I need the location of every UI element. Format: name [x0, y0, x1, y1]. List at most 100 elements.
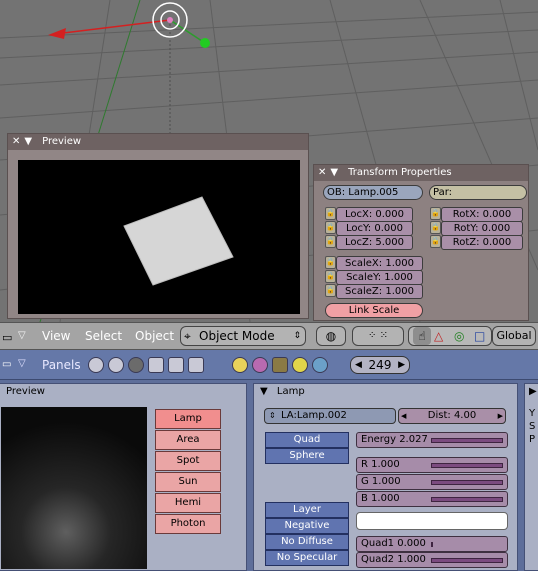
quad2-slider[interactable]: Quad2 1.000 — [356, 552, 508, 568]
no-diffuse-toggle[interactable]: No Diffuse — [265, 534, 349, 550]
arrow-right-icon[interactable]: ▶ — [498, 409, 503, 423]
transform-properties-panel: ✕ ▼ Transform Properties OB: Lamp.005 Pa… — [313, 164, 529, 321]
quad-toggle[interactable]: Quad — [265, 432, 349, 448]
close-icon[interactable]: ✕ — [318, 165, 326, 181]
collapse-triangle-icon[interactable]: ▽ — [18, 358, 26, 369]
menu-object[interactable]: Object — [135, 329, 174, 343]
pivot-dropdown[interactable]: ⁘ ⁙ — [352, 326, 404, 346]
rotate-icon[interactable]: ◎ — [454, 327, 464, 345]
layer-toggle[interactable]: Layer — [265, 502, 349, 518]
r-bar — [431, 463, 503, 468]
lamp-panel-header[interactable]: ▼ Lamp — [254, 384, 517, 400]
collapse-triangle-icon[interactable]: ▼ — [330, 165, 338, 181]
window-type-icon[interactable]: ▭ — [2, 359, 11, 370]
arrow-left-icon[interactable]: ◀ — [401, 409, 406, 423]
dist-field[interactable]: ◀ Dist: 4.00 ▶ — [398, 408, 506, 424]
scalex-field[interactable]: ScaleX: 1.000 — [336, 256, 423, 271]
rotx-field[interactable]: RotX: 0.000 — [441, 207, 523, 222]
quad1-value: Quad1 0.000 — [361, 538, 426, 549]
no-specular-toggle[interactable]: No Specular — [265, 550, 349, 566]
transform-header[interactable]: ✕ ▼ Transform Properties — [314, 165, 528, 181]
lock-icon[interactable]: 🔒 — [430, 235, 441, 248]
preview-floating-header[interactable]: ✕ ▼ Preview — [8, 134, 308, 150]
collapse-triangle-icon[interactable]: ▼ — [260, 386, 268, 397]
roty-field[interactable]: RotY: 0.000 — [441, 221, 523, 236]
render-preview-area — [18, 160, 300, 314]
shading-context-icon[interactable] — [128, 357, 144, 373]
locx-field[interactable]: LocX: 0.000 — [336, 207, 413, 222]
arrow-left-icon[interactable]: ◀ — [355, 357, 362, 373]
lock-icon[interactable]: 🔒 — [325, 256, 336, 269]
r-slider[interactable]: R 1.000 — [356, 457, 508, 473]
lamp-type-area[interactable]: Area — [155, 430, 221, 450]
energy-bar — [431, 438, 503, 443]
lamp-type-lamp[interactable]: Lamp — [155, 409, 221, 429]
dist-value: Dist: 4.00 — [427, 410, 477, 421]
lock-icon[interactable]: 🔒 — [430, 207, 441, 220]
scene-context-icon[interactable] — [188, 357, 204, 373]
link-scale-button[interactable]: Link Scale — [325, 303, 423, 318]
draw-type-dropdown[interactable]: ◍ — [316, 326, 346, 346]
lamp-subcontext-icon[interactable] — [232, 357, 248, 373]
sphere-toggle[interactable]: Sphere — [265, 448, 349, 464]
color-swatch[interactable] — [356, 512, 508, 530]
buttons-window: Preview Lamp Area Spot Sun Hemi Photon ▼… — [0, 380, 538, 571]
energy-slider[interactable]: Energy 2.027 — [356, 432, 508, 448]
material-subcontext-icon[interactable] — [252, 357, 268, 373]
energy-value: Energy 2.027 — [361, 434, 428, 445]
script-context-icon[interactable] — [108, 357, 124, 373]
object-name-field[interactable]: OB: Lamp.005 — [323, 185, 423, 200]
quad1-slider[interactable]: Quad1 0.000 — [356, 536, 508, 552]
arrow-right-icon[interactable]: ▶ — [398, 357, 405, 373]
collapse-triangle-icon[interactable]: ▽ — [18, 330, 26, 341]
mode-label: Object Mode — [199, 329, 275, 343]
rotz-field[interactable]: RotZ: 0.000 — [441, 235, 523, 250]
lamp-datablock-field[interactable]: ⇕ LA:Lamp.002 — [264, 408, 396, 424]
updown-arrow-icon: ⇕ — [293, 331, 301, 341]
scale-icon[interactable]: □ — [474, 327, 485, 345]
lock-icon[interactable]: 🔒 — [325, 284, 336, 297]
object-context-icon[interactable] — [148, 357, 164, 373]
quad2-bar — [431, 558, 503, 563]
panels-menu[interactable]: Panels — [42, 358, 81, 372]
lamp-type-hemi[interactable]: Hemi — [155, 493, 221, 513]
lock-icon[interactable]: 🔒 — [325, 221, 336, 234]
mode-dropdown[interactable]: ⌖ Object Mode ⇕ — [180, 326, 306, 346]
hand-icon[interactable]: ☝ — [413, 327, 431, 345]
world-subcontext-icon[interactable] — [312, 357, 328, 373]
locz-field[interactable]: LocZ: 5.000 — [336, 235, 413, 250]
menu-view[interactable]: View — [42, 329, 70, 343]
lamp-type-photon[interactable]: Photon — [155, 514, 221, 534]
window-type-icon[interactable]: ▭ — [2, 331, 12, 344]
scaley-field[interactable]: ScaleY: 1.000 — [336, 270, 423, 285]
scalez-field[interactable]: ScaleZ: 1.000 — [336, 284, 423, 299]
logic-context-icon[interactable] — [88, 357, 104, 373]
orientation-dropdown[interactable]: Global — [492, 326, 536, 346]
negative-toggle[interactable]: Negative — [265, 518, 349, 534]
clipped-letter-s: S — [529, 421, 536, 432]
lamp-type-spot[interactable]: Spot — [155, 451, 221, 471]
lock-icon[interactable]: 🔒 — [325, 270, 336, 283]
menu-select[interactable]: Select — [85, 329, 122, 343]
preview-panel-header[interactable]: Preview — [0, 384, 246, 400]
lock-icon[interactable]: 🔒 — [325, 207, 336, 220]
lamp-type-sun[interactable]: Sun — [155, 472, 221, 492]
close-icon[interactable]: ✕ — [12, 134, 20, 150]
locy-field[interactable]: LocY: 0.000 — [336, 221, 413, 236]
editing-context-icon[interactable] — [168, 357, 184, 373]
radiosity-subcontext-icon[interactable] — [292, 357, 308, 373]
lit-plane-render — [123, 196, 234, 286]
texture-subcontext-icon[interactable] — [272, 357, 288, 373]
parent-field[interactable]: Par: — [429, 185, 527, 200]
preview-floating-title: Preview — [42, 136, 82, 147]
manipulator-group: ☝ △ ◎ □ — [408, 326, 492, 346]
translate-icon[interactable]: △ — [434, 327, 443, 345]
collapse-triangle-icon[interactable]: ▼ — [24, 134, 32, 150]
frame-field[interactable]: ◀ 249 ▶ — [350, 356, 410, 374]
g-slider[interactable]: G 1.000 — [356, 474, 508, 490]
lock-icon[interactable]: 🔒 — [325, 235, 336, 248]
b-slider[interactable]: B 1.000 — [356, 491, 508, 507]
collapse-triangle-icon[interactable]: ▶ — [529, 386, 537, 397]
buttons-window-header: ▭ ▽ Panels ◀ 249 ▶ — [0, 350, 538, 380]
lock-icon[interactable]: 🔒 — [430, 221, 441, 234]
